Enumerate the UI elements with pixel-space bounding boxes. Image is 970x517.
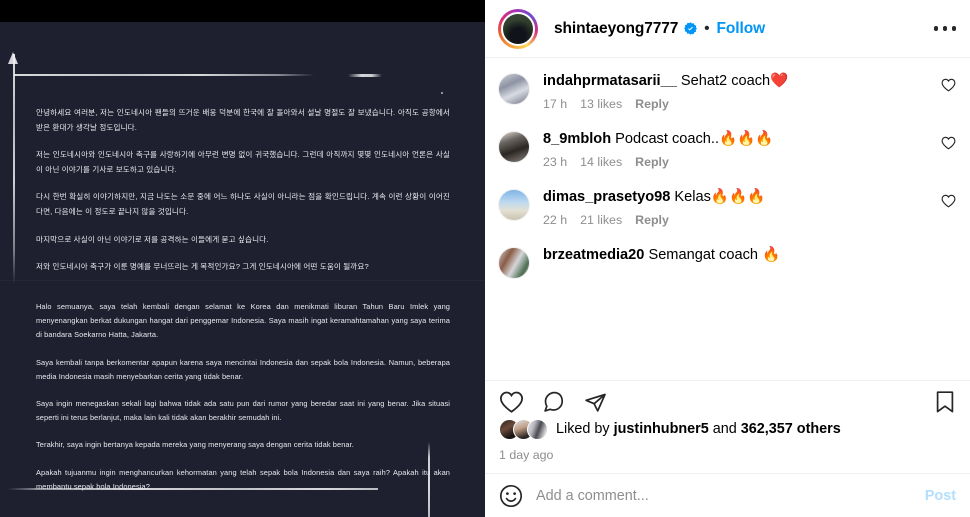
brush-stroke-vertical-left [13, 54, 15, 284]
comment-item[interactable]: dimas_prasetyo98 Kelas🔥🔥🔥 22 h 21 likes … [485, 188, 970, 227]
korean-paragraph: 다시 한번 확실히 이야기하지만, 지금 나도는 소문 중에 어느 하나도 사실… [36, 192, 450, 216]
comment-body: dimas_prasetyo98 Kelas🔥🔥🔥 22 h 21 likes … [543, 188, 933, 227]
comment-timestamp: 17 h [543, 97, 568, 111]
avatar-image [501, 11, 535, 46]
author-username[interactable]: shintaeyong7777 [554, 20, 678, 38]
likes-middle: and [708, 421, 741, 437]
comment-meta: 23 h 14 likes Reply [543, 155, 933, 169]
comment-likes-count[interactable]: 21 likes [580, 213, 622, 227]
comment-line: indahprmatasarii__ Sehat2 coach❤️ [543, 72, 933, 91]
emoji-smiley-icon[interactable] [499, 484, 523, 508]
comment-text: Sehat2 coach❤️ [676, 73, 789, 89]
brush-stroke-dash-top [348, 74, 382, 77]
indonesian-paragraph: Apakah tujuanmu ingin menghancurkan keho… [36, 467, 450, 491]
header-separator: • [704, 20, 710, 37]
indonesian-paragraph: Halo semuanya, saya telah kembali dengan… [36, 302, 450, 340]
comment-timestamp: 23 h [543, 155, 568, 169]
post-timestamp: 1 day ago [499, 448, 554, 462]
media-korean-statement: 안녕하세요 여러분, 저는 인도네시아 팬들의 뜨거운 배웅 덕분에 한국에 잘… [36, 106, 450, 288]
comment-meta: 17 h 13 likes Reply [543, 97, 933, 111]
likes-text: Liked by justinhubner5 and 362,357 other… [556, 420, 841, 439]
comment-body: brzeatmedia20 Semangat coach 🔥 [543, 246, 956, 279]
indonesian-paragraph: Saya ingin menegaskan sekali lagi bahwa … [36, 399, 450, 423]
follow-button[interactable]: Follow [717, 20, 766, 38]
liker-avatar [527, 419, 548, 440]
comment-like-heart-icon[interactable] [941, 136, 956, 150]
comment-text: Semangat coach 🔥 [644, 247, 781, 263]
avatar[interactable] [498, 8, 538, 49]
korean-paragraph: 마지막으로 사실이 아닌 이야기로 저를 공격하는 이들에게 묻고 싶습니다. [36, 234, 269, 244]
comment-timestamp: 22 h [543, 213, 568, 227]
brush-speck [441, 92, 443, 94]
media-indonesian-statement: Halo semuanya, saya telah kembali dengan… [36, 300, 450, 507]
comment-likes-count[interactable]: 14 likes [580, 155, 622, 169]
indonesian-paragraph: Terakhir, saya ingin bertanya kepada mer… [36, 440, 354, 450]
commenter-avatar[interactable] [498, 247, 530, 279]
more-options-icon[interactable] [933, 26, 956, 31]
add-comment-bar: Post [485, 473, 970, 517]
comment-line: brzeatmedia20 Semangat coach 🔥 [543, 246, 956, 265]
commenter-avatar[interactable] [498, 189, 530, 221]
instagram-post-screenshot: 안녕하세요 여러분, 저는 인도네시아 팬들의 뜨거운 배웅 덕분에 한국에 잘… [0, 0, 970, 517]
comment-reply-button[interactable]: Reply [635, 97, 669, 111]
likes-row[interactable]: Liked by justinhubner5 and 362,357 other… [499, 419, 956, 440]
post-detail-panel: shintaeyong7777 • Follow indahprmatasari… [485, 0, 970, 517]
commenter-username[interactable]: indahprmatasarii__ [543, 73, 677, 89]
comment-bubble-icon[interactable] [541, 390, 566, 414]
comments-list[interactable]: indahprmatasarii__ Sehat2 coach❤️ 17 h 1… [485, 58, 970, 380]
comment-like-heart-icon[interactable] [941, 78, 956, 92]
likes-section: Liked by justinhubner5 and 362,357 other… [485, 416, 970, 462]
add-comment-input[interactable] [536, 487, 925, 504]
media-canvas: 안녕하세요 여러분, 저는 인도네시아 팬들의 뜨거운 배웅 덕분에 한국에 잘… [0, 22, 485, 517]
comment-item[interactable]: 8_9mbloh Podcast coach..🔥🔥🔥 23 h 14 like… [485, 130, 970, 169]
comment-item[interactable]: brzeatmedia20 Semangat coach 🔥 [485, 246, 970, 279]
verified-badge-icon [684, 22, 698, 35]
comment-meta: 22 h 21 likes Reply [543, 213, 933, 227]
post-header: shintaeyong7777 • Follow [485, 0, 970, 58]
indonesian-paragraph: Saya kembali tanpa berkomentar apapun ka… [36, 357, 450, 381]
comment-reply-button[interactable]: Reply [635, 213, 669, 227]
liker-avatars [499, 419, 548, 440]
brush-stroke-horizontal-top [14, 74, 314, 76]
author-info: shintaeyong7777 • Follow [554, 20, 765, 38]
post-media-image[interactable]: 안녕하세요 여러분, 저는 인도네시아 팬들의 뜨거운 배웅 덕분에 한국에 잘… [0, 0, 485, 517]
korean-paragraph: 저와 인도네시아 축구가 이룬 명예를 무너뜨리는 게 목적인가요? 그게 인도… [36, 262, 369, 272]
commenter-username[interactable]: brzeatmedia20 [543, 247, 644, 263]
comments-fade-overlay [485, 364, 970, 380]
bookmark-icon[interactable] [934, 390, 956, 414]
commenter-username[interactable]: 8_9mbloh [543, 131, 611, 147]
comment-line: dimas_prasetyo98 Kelas🔥🔥🔥 [543, 188, 933, 207]
likes-others-count[interactable]: 362,357 others [741, 421, 841, 437]
post-actions-bar [485, 380, 970, 416]
liker-username[interactable]: justinhubner5 [614, 421, 709, 437]
media-top-black-band [0, 0, 485, 22]
korean-paragraph: 저는 인도네시아와 인도네시아 축구를 사랑하기에 아무런 변명 없이 귀국했습… [36, 150, 450, 174]
share-paperplane-icon[interactable] [583, 390, 608, 414]
post-comment-button[interactable]: Post [925, 488, 956, 504]
comment-like-heart-icon[interactable] [941, 194, 956, 208]
commenter-avatar[interactable] [498, 131, 530, 163]
commenter-avatar[interactable] [498, 73, 530, 105]
comment-text: Kelas🔥🔥🔥 [670, 189, 766, 205]
commenter-username[interactable]: dimas_prasetyo98 [543, 189, 670, 205]
heart-icon[interactable] [499, 390, 524, 414]
korean-paragraph: 안녕하세요 여러분, 저는 인도네시아 팬들의 뜨거운 배웅 덕분에 한국에 잘… [36, 108, 450, 132]
comment-body: indahprmatasarii__ Sehat2 coach❤️ 17 h 1… [543, 72, 933, 111]
comment-body: 8_9mbloh Podcast coach..🔥🔥🔥 23 h 14 like… [543, 130, 933, 169]
comment-reply-button[interactable]: Reply [635, 155, 669, 169]
comment-line: 8_9mbloh Podcast coach..🔥🔥🔥 [543, 130, 933, 149]
likes-prefix: Liked by [556, 421, 614, 437]
comment-likes-count[interactable]: 13 likes [580, 97, 622, 111]
comment-item[interactable]: indahprmatasarii__ Sehat2 coach❤️ 17 h 1… [485, 72, 970, 111]
comment-text: Podcast coach..🔥🔥🔥 [611, 131, 774, 147]
